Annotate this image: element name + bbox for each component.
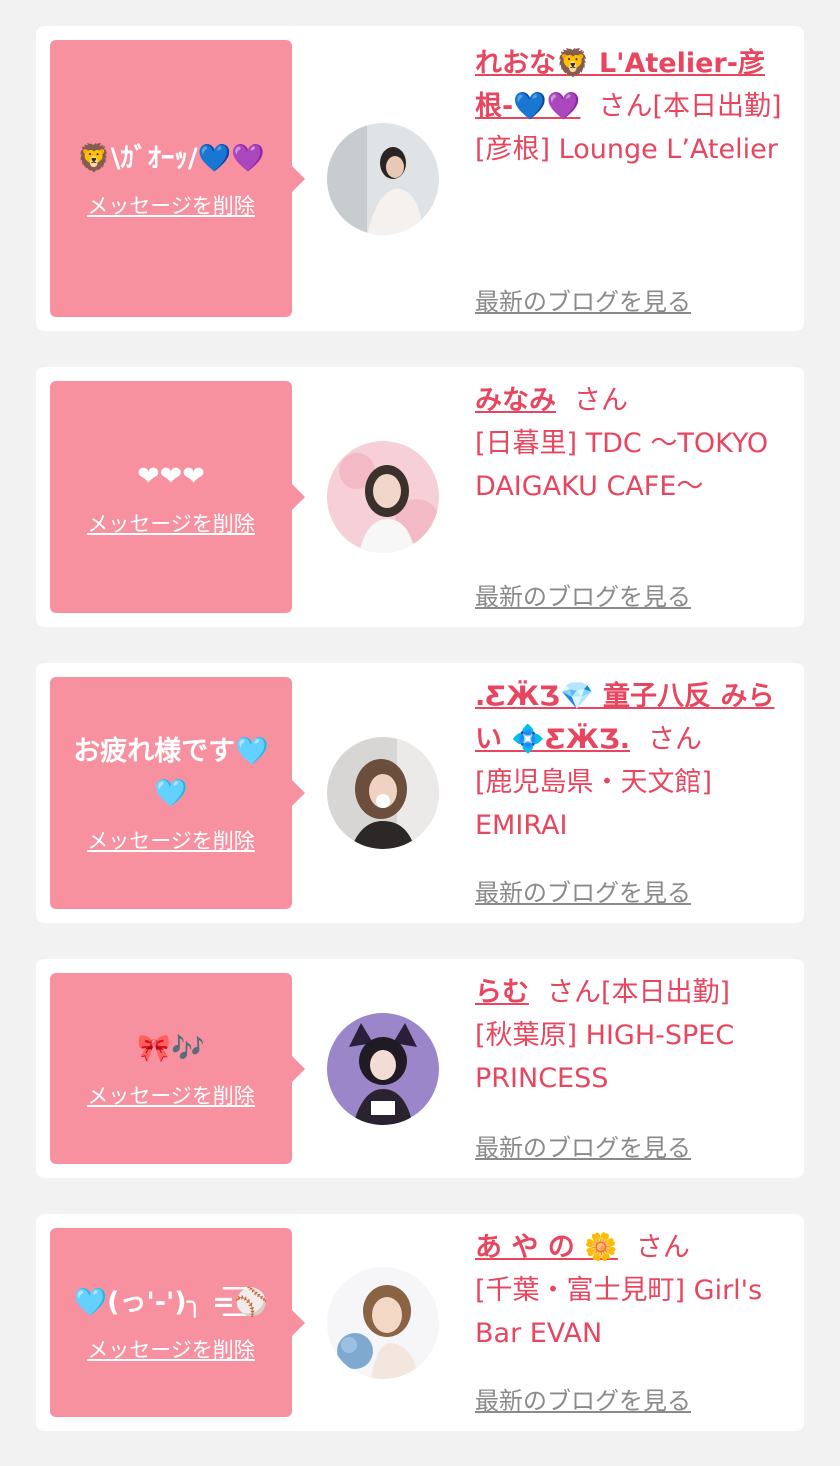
shop-name: [日暮里] TDC 〜TOKYO DAIGAKU CAFE〜 <box>475 428 769 502</box>
delete-message-link[interactable]: メッセージを削除 <box>87 508 255 538</box>
message-bubble: 🦁\ｶﾞｵｰｯ/💙💜 メッセージを削除 <box>50 40 305 317</box>
avatar-photo <box>327 1013 439 1125</box>
honorific: さん <box>598 91 653 122</box>
message-text: 🎀🎶 <box>137 1032 205 1064</box>
cast-info: .ƸӜƷ💎 童子八反 みらい 💠ƸӜƷ. さん [鹿児島県・天文館] EMIRAI <box>475 675 793 847</box>
message-bubble: 🎀🎶 メッセージを削除 <box>50 973 305 1164</box>
avatar[interactable] <box>327 737 439 849</box>
cast-name-link[interactable]: あ や の 🌼 <box>475 1232 618 1263</box>
cast-name-link[interactable]: みなみ <box>475 385 556 416</box>
avatar[interactable] <box>327 441 439 553</box>
latest-blog-link[interactable]: 最新のブログを見る <box>475 873 691 908</box>
message-card: ❤❤❤ メッセージを削除 みなみ さん [日暮里] TDC 〜TOKYO DAIG… <box>36 367 804 627</box>
cast-info: らむ さん[本日出勤] [秋葉原] HIGH-SPEC PRINCESS <box>475 971 793 1100</box>
avatar-photo <box>327 123 439 235</box>
honorific: さん <box>648 724 703 755</box>
cast-name-link[interactable]: .ƸӜƷ💎 童子八反 みらい 💠ƸӜƷ. <box>475 681 774 755</box>
shop-name: [彦根] Lounge L’Atelier <box>475 134 778 165</box>
shop-name: [鹿児島県・天文館] EMIRAI <box>475 767 713 841</box>
message-card: 🩵(っ'-')╮ =͟͟͞͞⚾ メッセージを削除 あ や の 🌼 さん [千葉・富… <box>36 1214 804 1431</box>
delete-message-link[interactable]: メッセージを削除 <box>87 190 255 220</box>
delete-message-link[interactable]: メッセージを削除 <box>87 825 255 855</box>
message-list: 🦁\ｶﾞｵｰｯ/💙💜 メッセージを削除 れおな🦁 L'Atelier-彦根-💙💜… <box>0 0 840 1466</box>
message-bubble: ❤❤❤ メッセージを削除 <box>50 381 305 613</box>
message-bubble: お疲れ様です🩵🩵 メッセージを削除 <box>50 677 305 909</box>
cast-name-link[interactable]: らむ <box>475 977 529 1008</box>
message-card: 🎀🎶 メッセージを削除 らむ さん[本日出勤] [秋葉原] HIGH-SPEC P… <box>36 959 804 1178</box>
honorific: さん <box>574 385 628 416</box>
cast-info: れおな🦁 L'Atelier-彦根-💙💜 さん[本日出勤] [彦根] Lounge… <box>475 42 793 171</box>
message-text: ❤❤❤ <box>137 461 205 492</box>
latest-blog-link[interactable]: 最新のブログを見る <box>475 577 691 612</box>
honorific: さん <box>635 1232 690 1263</box>
avatar-photo <box>327 1267 439 1379</box>
avatar-photo <box>327 441 439 553</box>
message-text: お疲れ様です🩵🩵 <box>73 736 269 809</box>
message-text: 🦁\ｶﾞｵｰｯ/💙💜 <box>76 142 266 174</box>
shop-name: [千葉・富士見町] Girl's Bar EVAN <box>475 1275 763 1349</box>
avatar[interactable] <box>327 1267 439 1379</box>
latest-blog-link[interactable]: 最新のブログを見る <box>475 282 691 317</box>
latest-blog-link[interactable]: 最新のブログを見る <box>475 1381 691 1416</box>
message-bubble: 🩵(っ'-')╮ =͟͟͞͞⚾ メッセージを削除 <box>50 1228 305 1417</box>
cast-info: あ や の 🌼 さん [千葉・富士見町] Girl's Bar EVAN <box>475 1226 793 1355</box>
delete-message-link[interactable]: メッセージを削除 <box>87 1334 255 1364</box>
message-card: 🦁\ｶﾞｵｰｯ/💙💜 メッセージを削除 れおな🦁 L'Atelier-彦根-💙💜… <box>36 26 804 331</box>
honorific: さん <box>547 977 601 1008</box>
avatar[interactable] <box>327 123 439 235</box>
delete-message-link[interactable]: メッセージを削除 <box>87 1080 255 1110</box>
status-badge: [本日出勤] <box>601 977 731 1008</box>
shop-name: [秋葉原] HIGH-SPEC PRINCESS <box>475 1020 735 1094</box>
status-badge: [本日出勤] <box>652 91 782 122</box>
avatar[interactable] <box>327 1013 439 1125</box>
avatar-photo <box>327 737 439 849</box>
message-card: お疲れ様です🩵🩵 メッセージを削除 .ƸӜƷ💎 童子八反 みらい 💠ƸӜƷ. さん… <box>36 663 804 923</box>
message-text: 🩵(っ'-')╮ =͟͟͞͞⚾ <box>73 1286 269 1318</box>
latest-blog-link[interactable]: 最新のブログを見る <box>475 1128 691 1163</box>
cast-info: みなみ さん [日暮里] TDC 〜TOKYO DAIGAKU CAFE〜 <box>475 379 793 508</box>
